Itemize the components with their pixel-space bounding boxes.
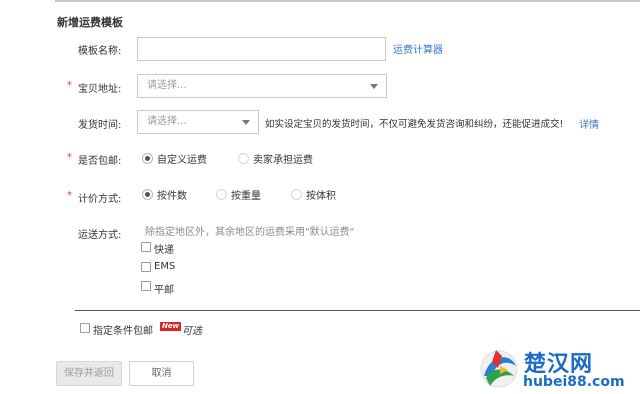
location-select-placeholder: 请选择... bbox=[147, 80, 187, 91]
seller-pays-radio[interactable] bbox=[238, 153, 249, 164]
new-badge: New bbox=[160, 322, 182, 331]
seller-pays-option-label[interactable]: 卖家承担运费 bbox=[253, 151, 313, 166]
pricing-required-mark: * bbox=[67, 190, 72, 201]
watermark-url: hubei88.com bbox=[523, 374, 625, 390]
template-name-label: 模板名称: bbox=[78, 46, 122, 57]
top-border bbox=[55, 0, 640, 2]
custom-shipping-option-label[interactable]: 自定义运费 bbox=[157, 151, 207, 166]
free-shipping-label: 是否包邮: bbox=[78, 156, 122, 167]
template-name-input[interactable] bbox=[137, 37, 386, 61]
location-select[interactable]: 请选择... bbox=[137, 74, 387, 98]
conditional-free-checkbox[interactable] bbox=[80, 323, 90, 333]
custom-shipping-radio[interactable] bbox=[142, 153, 153, 164]
ems-option-label[interactable]: EMS bbox=[154, 261, 175, 272]
chevron-down-icon bbox=[242, 120, 250, 125]
save-and-return-button[interactable]: 保存并返回 bbox=[56, 361, 122, 386]
surface-mail-option-label[interactable]: 平邮 bbox=[154, 281, 174, 296]
conditional-free-label[interactable]: 指定条件包邮 bbox=[93, 322, 153, 337]
express-checkbox[interactable] bbox=[141, 242, 151, 252]
cancel-button[interactable]: 取消 bbox=[129, 361, 194, 386]
ems-checkbox[interactable] bbox=[141, 262, 151, 272]
express-option-label[interactable]: 快递 bbox=[154, 241, 174, 256]
location-label: 宝贝地址: bbox=[78, 84, 122, 95]
ship-time-label: 发货时间: bbox=[78, 120, 122, 131]
ship-time-hint: 如实设定宝贝的发货时间，不仅可避免发货咨询和纠纷，还能促进成交! bbox=[265, 119, 564, 130]
by-volume-radio[interactable] bbox=[291, 189, 302, 200]
by-count-radio[interactable] bbox=[142, 189, 153, 200]
delivery-hint: 除指定地区外，其余地区的运费采用"默认运费" bbox=[145, 227, 355, 238]
site-watermark: 楚汉网 hubei88.com bbox=[478, 344, 640, 394]
free-shipping-required-mark: * bbox=[67, 152, 72, 163]
ship-time-details-link[interactable]: 详情 bbox=[579, 116, 599, 131]
by-count-option-label[interactable]: 按件数 bbox=[157, 187, 187, 202]
by-weight-option-label[interactable]: 按重量 bbox=[231, 187, 261, 202]
chevron-down-icon bbox=[370, 84, 378, 89]
by-weight-radio[interactable] bbox=[216, 189, 227, 200]
page-title: 新增运费模板 bbox=[57, 16, 123, 29]
section-divider bbox=[75, 310, 640, 311]
pricing-label: 计价方式: bbox=[78, 194, 122, 205]
shipping-calculator-link[interactable]: 运费计算器 bbox=[393, 41, 443, 56]
delivery-label: 运送方式: bbox=[78, 230, 122, 241]
surface-mail-checkbox[interactable] bbox=[141, 281, 151, 291]
by-volume-option-label[interactable]: 按体积 bbox=[306, 187, 336, 202]
location-required-mark: * bbox=[67, 80, 72, 91]
ship-time-select-placeholder: 请选择... bbox=[147, 116, 187, 127]
watermark-logo-icon bbox=[480, 350, 518, 388]
optional-label: 可选 bbox=[182, 326, 202, 337]
ship-time-select[interactable]: 请选择... bbox=[137, 110, 259, 134]
